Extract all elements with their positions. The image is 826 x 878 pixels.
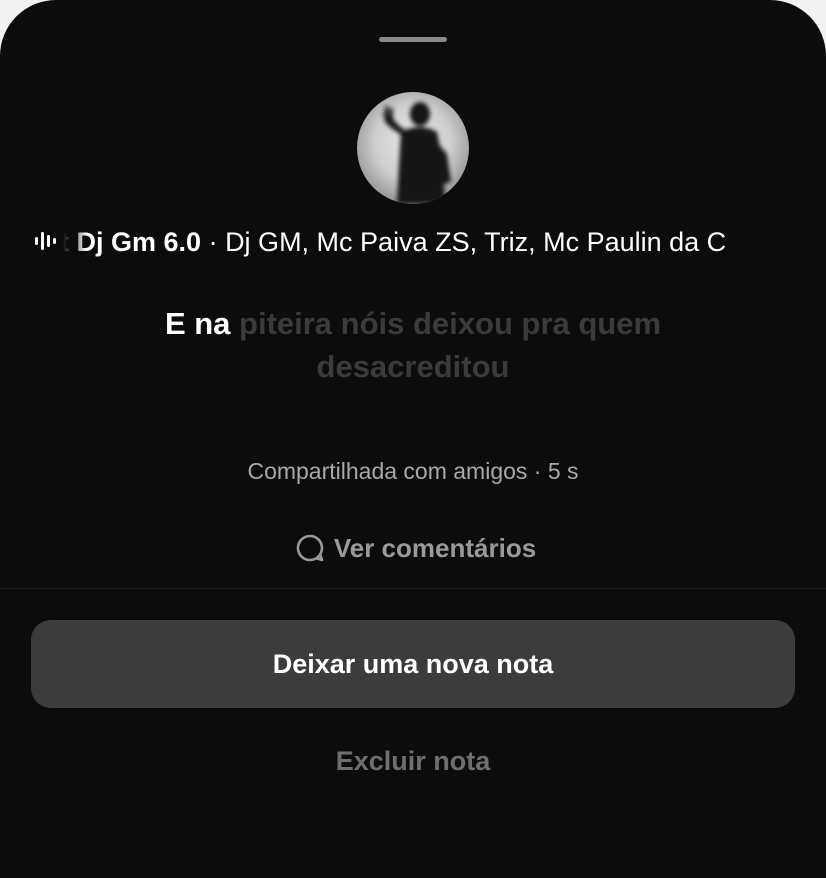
track-artists: Dj GM, Mc Paiva ZS, Triz, Mc Paulin da C [225,227,727,257]
comment-bubble-icon [296,534,324,562]
view-comments-button[interactable]: Ver comentários [270,528,560,568]
silhouette-figure-icon [383,102,451,204]
lyric-sung-part: E na [164,306,231,341]
track-song-title: et Dj Gm 6.0 [63,227,202,257]
avatar[interactable] [357,92,469,204]
track-separator: · [201,227,226,257]
delete-note-button[interactable]: Excluir nota [263,740,563,782]
lyric-upcoming-part: piteira nóis deixou pra quem desacredito… [230,306,662,384]
lyric-line: E na piteira nóis deixou pra quem desacr… [113,302,713,388]
note-bottom-sheet: et Dj Gm 6.0 · Dj GM, Mc Paiva ZS, Triz,… [0,0,826,878]
divider [0,588,826,589]
leave-new-note-button[interactable]: Deixar uma nova nota [31,620,795,708]
drag-handle[interactable] [379,37,447,42]
track-text: et Dj Gm 6.0 · Dj GM, Mc Paiva ZS, Triz,… [63,226,726,258]
view-comments-label: Ver comentários [333,532,537,563]
track-info[interactable]: et Dj Gm 6.0 · Dj GM, Mc Paiva ZS, Triz,… [0,222,826,262]
track-marquee: et Dj Gm 6.0 · Dj GM, Mc Paiva ZS, Triz,… [63,222,790,262]
share-meta: Compartilhada com amigos · 5 s [247,458,579,484]
audio-waveform-icon [35,232,56,250]
